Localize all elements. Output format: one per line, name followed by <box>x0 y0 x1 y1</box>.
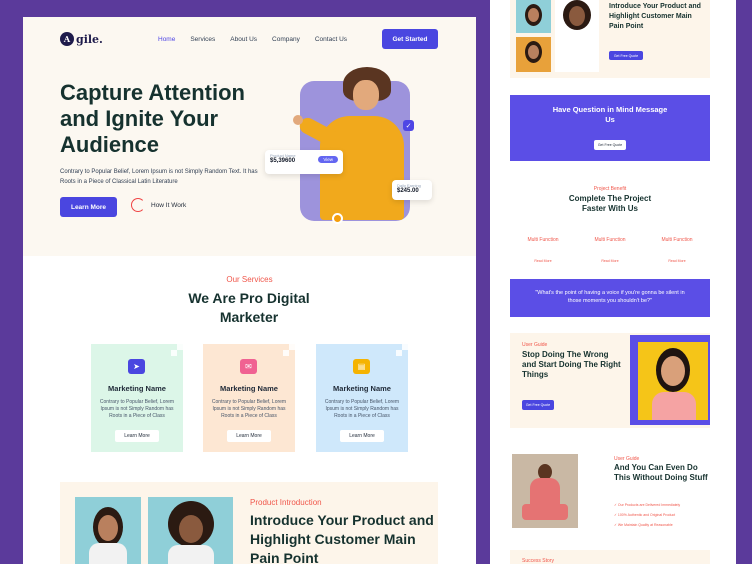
side-story-tag: Success Story <box>522 558 554 564</box>
service-text: Contrary to Popular Belief, Lorem Ipsum … <box>99 399 175 419</box>
services-title: We Are Pro Digital Marketer <box>188 290 310 325</box>
service-name: Marketing Name <box>108 384 166 393</box>
side-preview-page: Introduce Your Product and Highlight Cus… <box>490 0 736 564</box>
how-it-works-label: How It Work <box>151 201 187 209</box>
learn-more-button[interactable]: Learn More <box>60 197 117 217</box>
get-started-button[interactable]: Get Started <box>382 29 438 49</box>
side-question-banner: Have Question in Mind Message Us Get Fre… <box>510 95 710 161</box>
nav-item-contact[interactable]: Contact Us <box>315 36 347 43</box>
product-title: Introduce Your Product and Highlight Cus… <box>250 512 434 564</box>
product-price-card: Product Name $5,39600 View <box>265 150 343 174</box>
side-feature-3: Multi Function <box>661 237 693 243</box>
side-feature-link-3[interactable]: Read More <box>644 259 710 263</box>
bullet-item-3: ✓ We Maintain Quality at Reasonable <box>614 523 673 527</box>
nav-item-company[interactable]: Company <box>272 36 300 43</box>
side-question-button[interactable]: Get Free Quote <box>594 140 626 150</box>
side-benefit-title: Complete The Project Faster With Us <box>568 194 652 213</box>
service-learn-more-button[interactable]: Learn More <box>340 430 384 442</box>
side-guide1-photo <box>638 342 708 420</box>
orange-badge-icon <box>332 213 343 224</box>
nav-item-services[interactable]: Services <box>190 36 215 43</box>
hero-subtitle: Contrary to Popular Belief, Lorem Ipsum … <box>60 169 258 185</box>
hero-person-face <box>353 80 379 110</box>
side-guide1-title: Stop Doing The Wrong and Start Doing The… <box>522 350 621 379</box>
side-guide2-tag: User Guide <box>614 456 640 462</box>
view-button[interactable]: View <box>318 156 338 163</box>
bullet-item-1: ✓ Our Products are Delivered Immediately <box>614 503 681 507</box>
nav-item-about[interactable]: About Us <box>230 36 257 43</box>
hero-section: A gile. Home Services About Us Company C… <box>23 17 476 256</box>
hero-person-hand <box>293 115 303 125</box>
how-it-works-link[interactable]: How It Work <box>131 198 186 212</box>
side-guide1-button[interactable]: Get Free Quote <box>522 400 554 410</box>
side-guide2-title: And You Can Even Do This Without Doing S… <box>614 463 708 482</box>
play-ring-icon <box>131 198 145 212</box>
mail-icon: ✉ <box>240 359 257 374</box>
logo[interactable]: A gile. <box>60 32 103 46</box>
side-quote-text: "What's the point of having a voice if y… <box>535 290 685 304</box>
side-feature-1: Multi Function <box>527 237 559 243</box>
logo-text: gile. <box>76 32 103 46</box>
service-text: Contrary to Popular Belief, Lorem Ipsum … <box>211 399 287 419</box>
send-icon: ➤ <box>128 359 145 374</box>
service-name: Marketing Name <box>220 384 278 393</box>
side-intro-button[interactable]: Get Free Quote <box>609 51 643 60</box>
side-photo-2 <box>555 0 599 72</box>
side-guide2-section: User Guide And You Can Even Do This With… <box>510 448 710 538</box>
side-feature-link-1[interactable]: Read More <box>510 259 576 263</box>
side-intro-section: Introduce Your Product and Highlight Cus… <box>510 0 710 78</box>
service-card-2: ✉ Marketing Name Contrary to Popular Bel… <box>203 344 295 452</box>
service-text: Contrary to Popular Belief, Lorem Ipsum … <box>324 399 400 419</box>
service-card-3: ▤ Marketing Name Contrary to Popular Bel… <box>316 344 408 452</box>
side-intro-title: Introduce Your Product and Highlight Cus… <box>609 3 701 30</box>
service-name: Marketing Name <box>333 384 391 393</box>
side-benefit-tag: Project Benefit <box>593 186 627 192</box>
side-story-section: Success Story <box>510 550 710 564</box>
side-guide2-bullets: ✓ Our Products are Delivered Immediately… <box>614 500 680 530</box>
side-benefit-section: Project Benefit Complete The Project Fas… <box>510 180 710 268</box>
check-badge-icon: ✓ <box>403 120 414 131</box>
side-photo-1 <box>516 0 551 33</box>
side-guide1-tag: User Guide <box>522 342 548 348</box>
service-learn-more-button[interactable]: Learn More <box>227 430 271 442</box>
side-photo-3 <box>516 37 551 72</box>
nav-item-home[interactable]: Home <box>158 36 175 43</box>
side-feature-link-2[interactable]: Read More <box>577 259 643 263</box>
side-quote-banner: "What's the point of having a voice if y… <box>510 279 710 317</box>
side-guide2-photo <box>512 454 578 528</box>
side-question-title: Have Question in Mind Message Us <box>552 105 668 124</box>
side-feature-2: Multi Function <box>594 237 626 243</box>
hero-title: Capture Attention and Ignite Your Audien… <box>60 80 245 157</box>
product-tag: Product Introduction <box>250 498 322 507</box>
product-photo-2 <box>148 497 233 564</box>
service-card-1: ➤ Marketing Name Contrary to Popular Bel… <box>91 344 183 452</box>
logo-mark-icon: A <box>60 32 74 46</box>
daily-earning-card: Daily Earning $245.00 <box>392 180 432 200</box>
earning-card-value: $245.00 <box>397 188 419 194</box>
service-learn-more-button[interactable]: Learn More <box>115 430 159 442</box>
main-landing-page: A gile. Home Services About Us Company C… <box>23 17 476 564</box>
bullet-item-2: ✓ 100% Authentic and Original Product <box>614 513 676 517</box>
document-icon: ▤ <box>353 359 370 374</box>
product-photo-1 <box>75 497 141 564</box>
main-nav: Home Services About Us Company Contact U… <box>158 36 362 43</box>
services-tag: Our Services <box>226 275 273 284</box>
side-guide1-section: User Guide Stop Doing The Wrong and Star… <box>510 333 710 428</box>
